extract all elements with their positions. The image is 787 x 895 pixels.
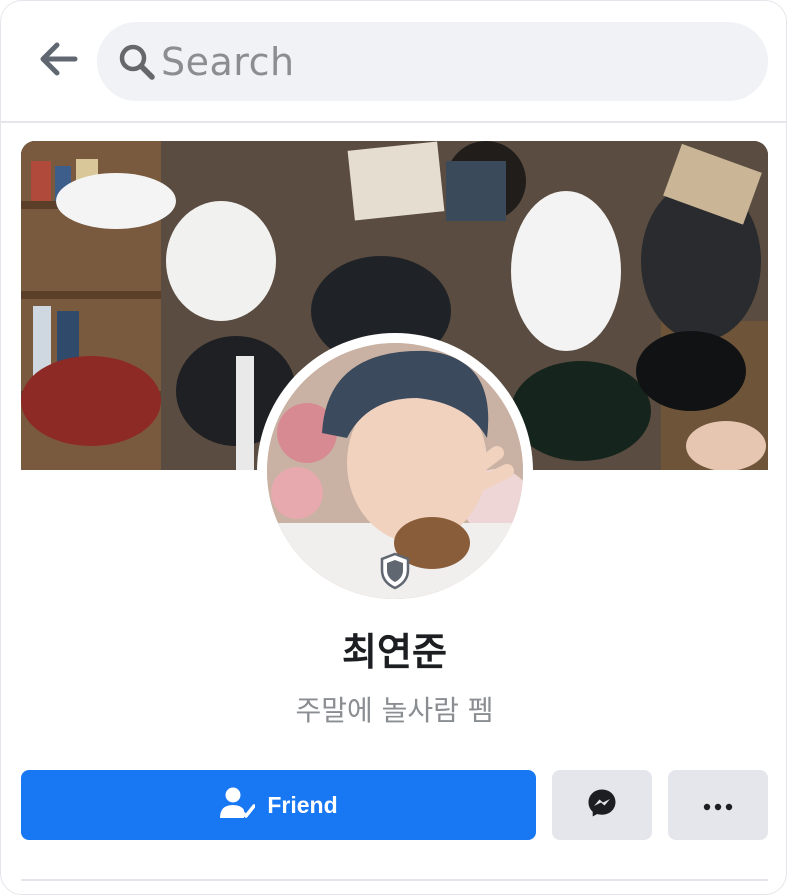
message-button[interactable]	[552, 770, 652, 840]
friend-button[interactable]: Friend	[21, 770, 536, 840]
more-button[interactable]	[668, 770, 768, 840]
search-input[interactable]: Search	[97, 22, 768, 101]
top-bar: Search	[1, 1, 786, 121]
messenger-icon	[587, 788, 617, 822]
friend-button-label: Friend	[267, 791, 338, 818]
more-dots-icon	[703, 796, 733, 815]
shield-icon	[377, 551, 413, 591]
back-button[interactable]	[31, 37, 87, 85]
header-divider	[1, 121, 786, 123]
profile-bio: 주말에 놀사람 펨	[295, 694, 494, 727]
profile-name: 최연준	[342, 630, 447, 674]
section-divider	[21, 879, 768, 881]
arrow-left-icon	[39, 42, 79, 80]
profile-screen: Search 최연준 주말에 놀사람 펨 Friend	[0, 0, 787, 895]
person-check-icon	[219, 786, 257, 824]
search-placeholder: Search	[161, 39, 295, 84]
search-icon	[117, 42, 157, 82]
